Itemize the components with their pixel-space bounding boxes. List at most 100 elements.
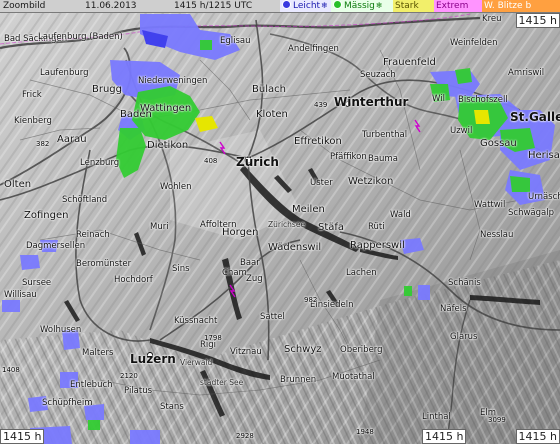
- legend-stark: Stark: [393, 0, 434, 12]
- label-hochdorf: Hochdorf: [114, 275, 153, 285]
- label-uster: Uster: [310, 178, 333, 188]
- label-bischofszell: Bischofszell: [458, 95, 508, 105]
- header-date: 11.06.2013: [85, 1, 137, 11]
- label-route-382: 382: [36, 140, 50, 148]
- label-wohlen: Wohlen: [160, 182, 192, 192]
- label-laufenburg-baden: Laufenburg (Baden): [38, 32, 123, 42]
- label-frauenfeld: Frauenfeld: [383, 57, 436, 68]
- label-kussnacht: Küssnacht: [174, 316, 218, 326]
- legend-stark-label: Stark: [395, 1, 419, 11]
- legend-dot-icon: [333, 0, 342, 9]
- header-altitude-time: 1415 h/1215 UTC: [174, 1, 253, 11]
- label-route-439: 439: [314, 101, 328, 109]
- legend-blitze: W. Blitze b: [482, 0, 560, 12]
- label-weinfelden: Weinfelden: [450, 38, 498, 48]
- label-brunnen: Brunnen: [280, 375, 317, 385]
- label-sattel: Sattel: [260, 312, 285, 322]
- label-gossau: Gossau: [480, 138, 517, 149]
- label-vitznau: Vitznau: [230, 347, 262, 357]
- label-beromunster: Beromünster: [76, 259, 132, 269]
- label-zofingen: Zofingen: [24, 210, 69, 221]
- label-vierwaldstattersee: Vierwald: [180, 358, 213, 367]
- label-muotathal: Muotathal: [332, 372, 375, 382]
- label-schwyz: Schwyz: [284, 344, 322, 355]
- label-affoltern: Affoltern: [200, 220, 237, 230]
- label-brugg: Brugg: [92, 84, 123, 95]
- label-uzwil: Uzwil: [450, 126, 473, 136]
- label-willisau: Willisau: [4, 290, 37, 300]
- label-aarau: Aarau: [57, 134, 87, 145]
- corner-label-bottom-mid: 1415 h: [422, 429, 467, 444]
- label-malters: Malters: [82, 348, 114, 358]
- corner-label-bottom-right: 1415 h: [515, 429, 560, 444]
- label-oberiberg: Oberiberg: [340, 345, 383, 355]
- label-zurichsee: Zürichsee: [268, 220, 306, 229]
- legend-dot-icon: [282, 0, 291, 9]
- label-niederweningen: Niederweningen: [138, 76, 208, 86]
- label-nesslau: Nesslau: [480, 230, 514, 240]
- label-schanis: Schänis: [448, 278, 481, 288]
- legend-massig: Mässig❄: [331, 0, 393, 12]
- label-kreuzlingen: Kreu: [482, 14, 502, 24]
- label-cham: Cham: [222, 268, 247, 278]
- label-elev-1948: 1948: [356, 428, 374, 436]
- legend-extrem: Extrem: [434, 0, 482, 12]
- label-reinach: Reinach: [76, 230, 110, 240]
- label-baar: Baar: [240, 258, 260, 268]
- label-dagmersellen: Dagmersellen: [26, 241, 86, 251]
- label-stadter-see: städter See: [200, 378, 244, 387]
- label-stans: Stans: [160, 402, 184, 412]
- label-baden: Baden: [120, 109, 152, 120]
- label-luzern: Luzern: [130, 352, 176, 366]
- corner-label-bottom-left: 1415 h: [0, 429, 45, 444]
- label-kienberg: Kienberg: [14, 116, 52, 126]
- label-turbenthal: Turbenthal: [362, 130, 408, 140]
- label-pilatus: Pilatus: [124, 386, 153, 396]
- legend-leicht: Leicht❄: [280, 0, 331, 12]
- label-schoftland: Schöftland: [62, 195, 108, 205]
- label-elev-2928: 2928: [236, 432, 254, 440]
- label-winterthur: Winterthur: [334, 95, 409, 109]
- label-olten: Olten: [4, 179, 32, 190]
- label-wattwil: Wattwil: [474, 200, 506, 210]
- label-wetzikon: Wetzikon: [348, 176, 394, 187]
- label-kloten: Kloten: [256, 109, 288, 120]
- label-amriswil: Amriswil: [508, 68, 545, 78]
- label-route-408: 408: [204, 157, 218, 165]
- label-sins: Sins: [172, 264, 190, 274]
- label-meilen: Meilen: [292, 204, 325, 215]
- label-wald: Wald: [390, 210, 411, 220]
- label-muri: Muri: [150, 222, 169, 232]
- label-bulach: Bülach: [252, 84, 286, 95]
- label-stafa: Stäfa: [318, 222, 345, 233]
- label-lenzburg: Lenzburg: [80, 158, 120, 168]
- corner-label-top-right: 1415 h: [515, 13, 560, 28]
- label-wolhusen: Wolhusen: [40, 325, 82, 335]
- label-laufenburg: Laufenburg: [40, 68, 89, 78]
- radar-zoom-map: Zoombild 11.06.2013 1415 h/1215 UTC Leic…: [0, 0, 560, 444]
- label-lachen: Lachen: [346, 268, 377, 278]
- label-sursee: Sursee: [22, 278, 52, 288]
- label-elev-3099: 3099: [488, 416, 506, 424]
- label-wadenswil: Wädenswil: [268, 242, 322, 253]
- label-linthal: Linthal: [422, 412, 451, 422]
- label-frick: Frick: [22, 90, 42, 100]
- label-st-gallen: St.Gallen: [510, 110, 560, 124]
- label-bauma: Bauma: [368, 154, 398, 164]
- snowflake-icon: ❄: [375, 1, 383, 10]
- label-elev-1798: 1798: [204, 334, 222, 342]
- label-schwagalp: Schwägalp: [508, 208, 554, 218]
- label-urnasch: Urnäsch: [528, 192, 560, 202]
- legend-blitze-suffix: b: [525, 1, 532, 11]
- label-dietikon: Dietikon: [147, 140, 189, 151]
- label-eglisau: Eglisau: [220, 36, 251, 46]
- label-pfaffikon: Pfäffikon: [330, 152, 367, 162]
- legend-massig-label: Mässig: [344, 1, 375, 11]
- label-elev-1408: 1408: [2, 366, 20, 374]
- label-wil: Wil: [432, 94, 445, 104]
- label-schupfheim: Schüpfheim: [42, 398, 93, 408]
- label-elev-982: 982: [304, 296, 318, 304]
- label-andelfingen: Andelfingen: [288, 44, 339, 54]
- label-herisau: Herisau: [528, 150, 560, 161]
- label-zug: Zug: [246, 274, 263, 284]
